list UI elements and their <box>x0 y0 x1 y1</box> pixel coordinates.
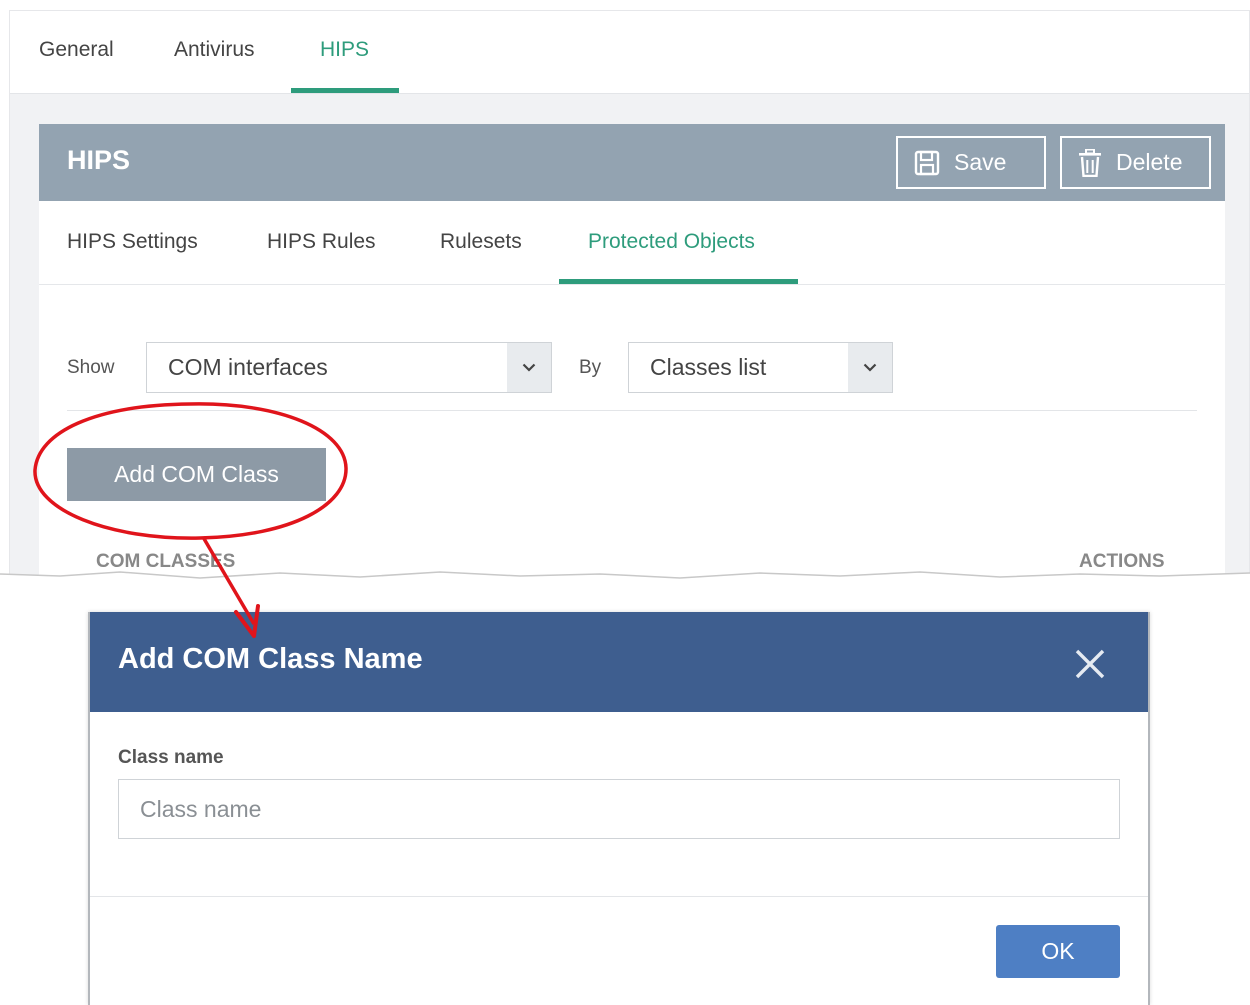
tab-general[interactable]: General <box>39 38 114 62</box>
floppy-disk-icon <box>914 150 940 176</box>
hips-panel: HIPS Save Delete HIPS Settings HIPS Rule… <box>39 124 1225 580</box>
active-tab-indicator <box>291 88 399 93</box>
dialog-footer-divider <box>90 896 1148 897</box>
panel-header: HIPS Save Delete <box>39 124 1225 201</box>
sub-tab-bar: HIPS Settings HIPS Rules Rulesets Protec… <box>39 201 1225 285</box>
tab-antivirus[interactable]: Antivirus <box>174 38 255 62</box>
panel-title: HIPS <box>67 145 131 175</box>
class-name-input[interactable] <box>118 779 1120 839</box>
chevron-down-icon <box>507 343 551 392</box>
tab-rulesets[interactable]: Rulesets <box>440 230 522 254</box>
dialog-header: Add COM Class Name <box>90 612 1148 712</box>
add-com-class-dialog: Add COM Class Name Class name OK <box>88 612 1150 1005</box>
delete-button[interactable]: Delete <box>1060 136 1211 189</box>
main-tab-bar: General Antivirus HIPS <box>10 11 1249 94</box>
show-select-value: COM interfaces <box>168 354 328 380</box>
by-label: By <box>579 357 602 378</box>
add-com-class-button[interactable]: Add COM Class <box>67 448 326 501</box>
delete-label: Delete <box>1116 149 1183 175</box>
tab-hips-settings[interactable]: HIPS Settings <box>67 230 198 254</box>
show-label: Show <box>67 357 115 378</box>
dialog-title: Add COM Class Name <box>118 643 423 675</box>
filter-divider <box>67 410 1197 411</box>
tab-hips-rules[interactable]: HIPS Rules <box>267 230 376 254</box>
torn-paper-edge <box>0 571 1250 586</box>
tab-protected-objects[interactable]: Protected Objects <box>588 230 755 254</box>
trash-icon <box>1078 148 1102 177</box>
class-name-label: Class name <box>118 747 224 768</box>
hips-config-screen: General Antivirus HIPS HIPS Save Delete … <box>9 10 1250 580</box>
by-select[interactable]: Classes list <box>628 342 893 393</box>
tab-hips[interactable]: HIPS <box>320 38 369 62</box>
save-label: Save <box>954 149 1007 175</box>
close-icon[interactable] <box>1074 648 1106 685</box>
chevron-down-icon <box>848 343 892 392</box>
save-button[interactable]: Save <box>896 136 1046 189</box>
active-subtab-indicator <box>559 279 798 284</box>
ok-button[interactable]: OK <box>996 925 1120 978</box>
show-select[interactable]: COM interfaces <box>146 342 552 393</box>
by-select-value: Classes list <box>650 354 767 380</box>
